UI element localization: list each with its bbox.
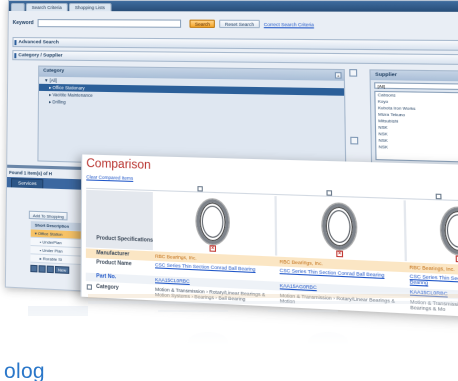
remove-product-icon[interactable]: × [336,250,344,258]
product-1-part-no-link[interactable]: KAA15CL0RBC [155,277,190,284]
correct-search-criteria-link[interactable]: Correct Search Criteria [264,21,314,26]
product-3-manufacturer: RBC Bearings, Inc. [409,264,455,273]
supplier-list[interactable]: Cabsons Koyo Kubota Iron Works Mizra Tekuno… [374,90,458,164]
reflection-band [268,310,338,312]
product-3-name-link[interactable]: CSC Series Thin Section Conrad Ball Bear… [410,273,458,289]
advanced-search-label: Advanced Search [18,40,59,46]
reflection-band [28,306,88,316]
add-to-shopping-button[interactable]: Add To Shopping [28,210,68,221]
search-button[interactable]: Search [189,19,216,28]
scroll-down-button[interactable] [350,136,359,145]
supplier-item[interactable]: NSK [376,144,458,153]
new-button[interactable]: New [54,265,70,274]
category-supplier-label: Category / Supplier [18,53,63,59]
product-2-part-no-link[interactable]: KAA15AG0RBC [280,283,317,290]
prev-page-button[interactable] [38,265,46,273]
screenshot-stage: Search Criteria Shopping Lists Keyword S… [0,0,458,381]
category-list: ▼ [All] ▸ Office Stationary ▸ Vacitite Mai… [39,77,345,111]
tab-services[interactable]: Services [10,178,44,189]
bearing-ring-image[interactable] [440,207,458,256]
reflection-band [88,294,458,298]
product-3-image-cell: × [405,200,458,267]
product-3-checkbox[interactable] [435,193,442,200]
category-supplier-bar[interactable]: Category / Supplier [12,50,458,66]
product-1-manufacturer: RBC Bearings, Inc. [155,253,197,261]
tab-shopping-lists[interactable]: Shopping Lists [68,3,112,12]
transfer-controls [349,69,359,155]
reflection-band [88,301,458,304]
product-2-manufacturer: RBC Bearings, Inc. [279,258,324,267]
reflection-band [308,332,348,352]
comparison-title: Comparison [86,157,151,172]
reflection-band [188,332,228,352]
reset-search-button[interactable]: Reset Search [219,19,260,29]
product-1-image-cell: × [152,192,276,256]
product-name-label: Product Name [96,259,132,268]
scroll-up-button[interactable] [349,69,358,77]
part-no-label: Part No. [96,273,117,281]
product-specifications-label: Product Specifications [96,235,154,244]
tab-strip: Search Criteria Shopping Lists [8,0,458,12]
first-page-button[interactable] [30,264,38,273]
keyword-label: Keyword [12,19,34,27]
keyword-input[interactable] [37,19,182,28]
tilted-window: Search Criteria Shopping Lists Keyword S… [4,0,458,322]
tab-home[interactable] [10,2,25,12]
reflection-band [158,310,228,312]
category-row-checkbox[interactable] [86,284,92,290]
next-page-button[interactable] [46,265,54,274]
keyword-bar: Keyword Search Reset Search Correct Sear… [13,17,458,31]
window-reflection [8,292,458,362]
panel-expand-icon[interactable]: + [334,72,342,79]
manufacturer-label: Manufacturer [96,249,130,258]
found-items-text: Found 1 item(s) of H [9,169,52,177]
supplier-select[interactable]: [All] [374,82,458,91]
product-2-image-cell: × [276,196,405,262]
bottom-caption-text: olog [4,360,45,381]
bearing-ring-image[interactable] [322,203,357,251]
section-marker-icon [14,53,17,59]
tab-search-criteria[interactable]: Search Criteria [25,3,68,12]
supplier-panel: Supplier [All] Cabsons Koyo Kubota Iron Wo… [369,69,458,168]
clear-compared-items-link[interactable]: Clear Compared Items [86,174,133,181]
product-1-checkbox[interactable] [197,186,203,192]
section-marker-icon [14,40,17,46]
bearing-ring-image[interactable] [196,198,229,245]
remove-product-icon[interactable]: × [209,245,217,252]
supplier-header: Supplier [370,70,458,82]
advanced-search-bar[interactable]: Advanced Search [12,37,458,52]
product-2-checkbox[interactable] [326,190,333,196]
comparison-table: × × × Product Specifications Manufacture… [85,182,458,312]
